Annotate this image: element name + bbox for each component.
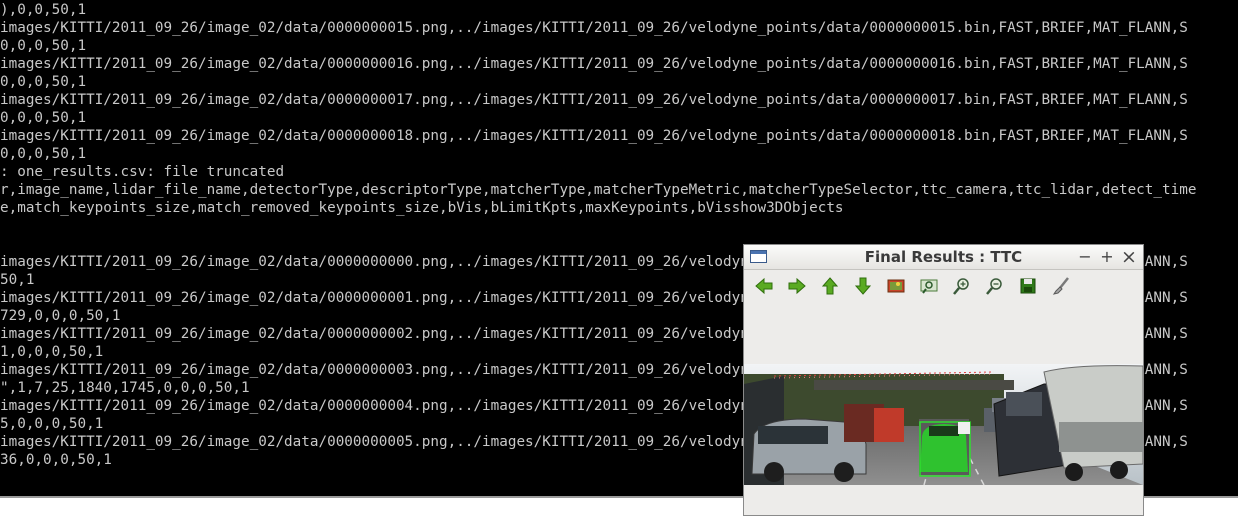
terminal-line: 0,0,0,50,1 <box>0 74 87 90</box>
terminal-line: : one_results.csv: file truncated <box>0 164 285 180</box>
terminal-line: 0,0,0,50,1 <box>0 146 87 162</box>
properties-brush-icon[interactable] <box>1050 275 1072 297</box>
minimize-button[interactable]: − <box>1076 247 1094 267</box>
terminal-line: ),0,0,50,1 <box>0 2 87 18</box>
terminal-line: images/KITTI/2011_09_26/image_02/data/00… <box>0 20 1188 36</box>
image-icon[interactable] <box>885 275 907 297</box>
window-toolbar <box>744 271 1143 301</box>
maximize-button[interactable]: + <box>1098 247 1116 267</box>
zoom-in-icon[interactable] <box>951 275 973 297</box>
camera-image-ttc[interactable] <box>744 364 1143 485</box>
terminal-line: 0,0,0,50,1 <box>0 38 87 54</box>
terminal-line: e,match_keypoints_size,match_removed_key… <box>0 200 844 216</box>
terminal-line: 1,0,0,0,50,1 <box>0 344 104 360</box>
terminal-line: r,image_name,lidar_file_name,detectorTyp… <box>0 182 1197 198</box>
close-button[interactable]: × <box>1120 247 1138 267</box>
terminal-line: 36,0,0,0,50,1 <box>0 452 112 468</box>
terminal-line: 729,0,0,0,50,1 <box>0 308 121 324</box>
zoom-to-fit-icon[interactable] <box>918 275 940 297</box>
arrow-down-icon[interactable] <box>852 275 874 297</box>
arrow-right-icon[interactable] <box>786 275 808 297</box>
terminal-line: images/KITTI/2011_09_26/image_02/data/00… <box>0 92 1188 108</box>
terminal-line: images/KITTI/2011_09_26/image_02/data/00… <box>0 128 1188 144</box>
zoom-out-icon[interactable] <box>984 275 1006 297</box>
terminal-line: 0,0,0,50,1 <box>0 110 87 126</box>
arrow-up-icon[interactable] <box>819 275 841 297</box>
window-titlebar[interactable]: Final Results : TTC − + × <box>744 245 1143 270</box>
terminal-line: 5,0,0,0,50,1 <box>0 416 104 432</box>
terminal-line: ",1,7,25,1840,1745,0,0,0,50,1 <box>0 380 250 396</box>
terminal-line: 50,1 <box>0 272 35 288</box>
save-icon[interactable] <box>1017 275 1039 297</box>
arrow-left-icon[interactable] <box>753 275 775 297</box>
final-results-window[interactable]: Final Results : TTC − + × <box>743 244 1144 516</box>
terminal-line: images/KITTI/2011_09_26/image_02/data/00… <box>0 56 1188 72</box>
